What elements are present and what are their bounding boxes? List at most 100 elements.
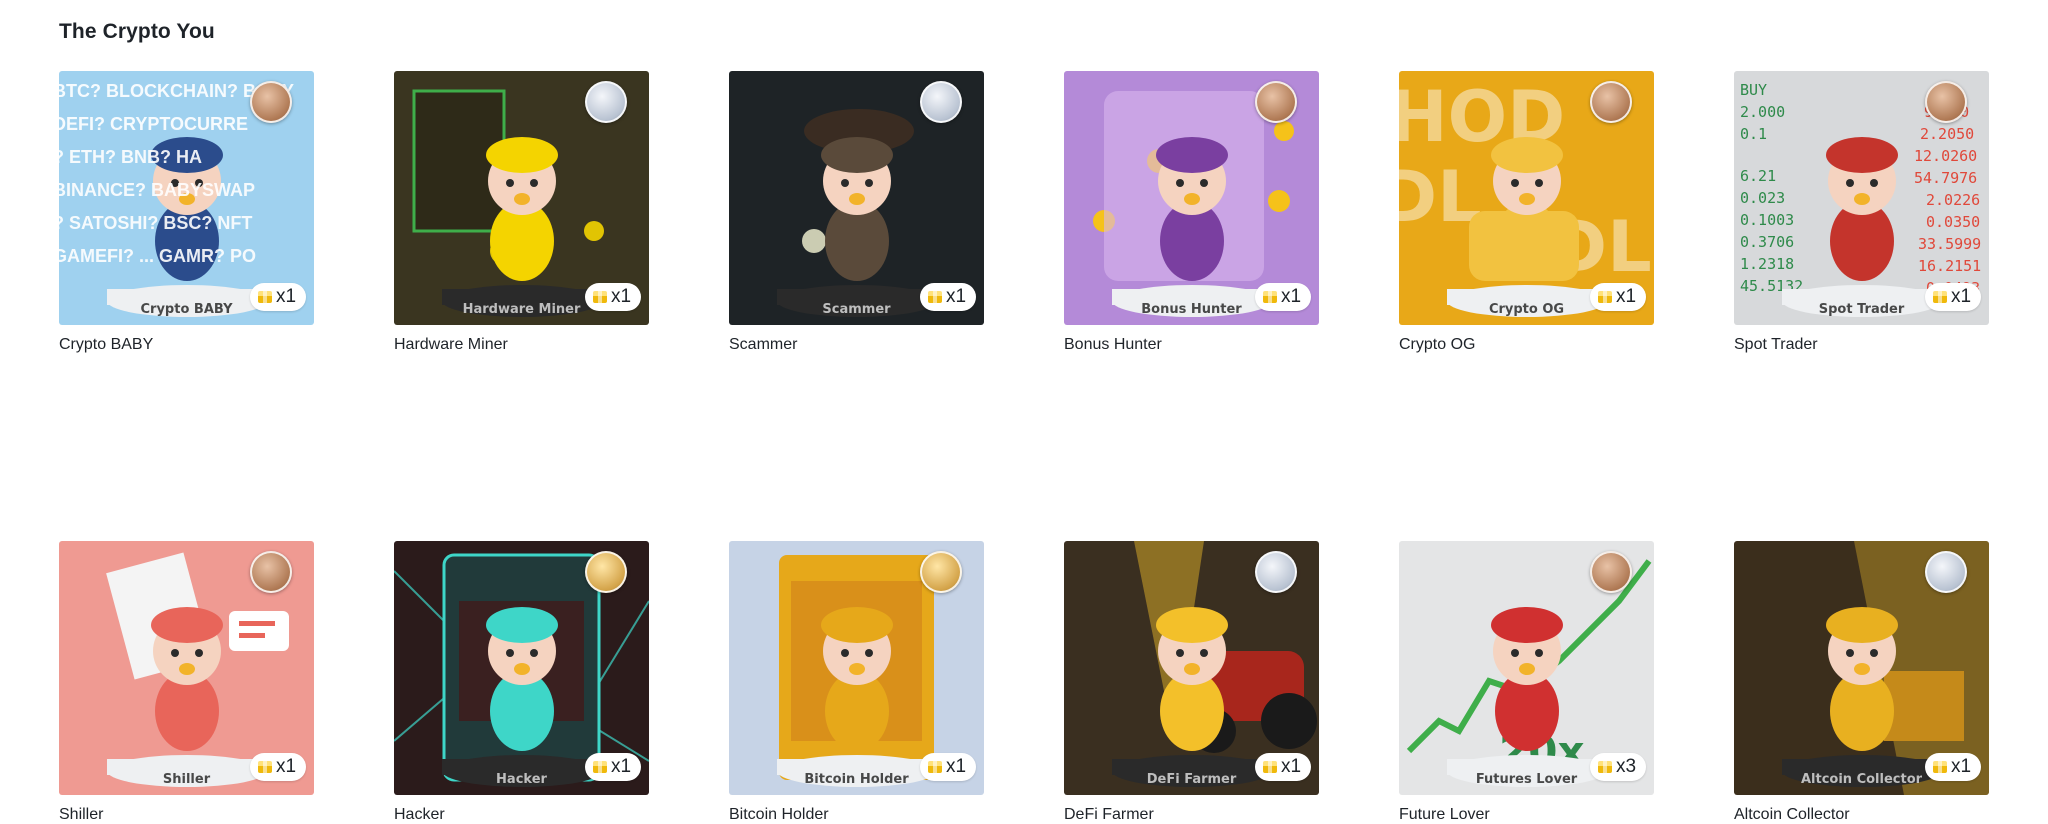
nft-card[interactable]: Bitcoin Holder x1 Bitcoin Holder [729, 541, 984, 824]
nft-card[interactable]: HOD DL DL Crypto OG x1 Crypto OG [1399, 71, 1654, 354]
svg-text:6.21: 6.21 [1740, 167, 1776, 185]
nft-card-name[interactable]: Shiller [59, 806, 314, 824]
mystery-box-icon [258, 291, 272, 303]
nft-card-name[interactable]: Hacker [394, 806, 649, 824]
figure-plaque-text: Crypto BABY [140, 302, 233, 317]
nft-card-name[interactable]: DeFi Farmer [1064, 806, 1319, 824]
nft-thumbnail[interactable]: Bonus Hunter x1 [1064, 71, 1319, 325]
svg-text:0.0350: 0.0350 [1926, 213, 1980, 231]
svg-text:0.3706: 0.3706 [1740, 233, 1794, 251]
quantity-count: x1 [1616, 286, 1637, 307]
nft-thumbnail[interactable]: Hardware Miner x1 [394, 71, 649, 325]
background-text-line: ? ETH? BNB? HA [59, 147, 202, 167]
mystery-box-icon [928, 761, 942, 773]
quantity-pill: x1 [1925, 753, 1981, 781]
nft-card[interactable]: Hacker x1 Hacker [394, 541, 649, 824]
mystery-box-icon [258, 761, 272, 773]
mystery-box-icon [1598, 291, 1612, 303]
nft-card[interactable]: Scammer x1 Scammer [729, 71, 984, 354]
figure-plaque-text: Futures Lover [1475, 772, 1578, 787]
quantity-count: x3 [1616, 756, 1637, 777]
nft-card-name[interactable]: Crypto OG [1399, 336, 1654, 354]
nft-thumbnail[interactable]: DeFi Farmer x1 [1064, 541, 1319, 795]
figure-plaque-text: Shiller [162, 772, 211, 787]
nft-card[interactable]: BTC? BLOCKCHAIN? BABY DEFI? CRYPTOCURRE? … [59, 71, 314, 354]
quantity-pill: x1 [585, 753, 641, 781]
nft-card-name[interactable]: Hardware Miner [394, 336, 649, 354]
quantity-count: x1 [946, 286, 967, 307]
rarity-badge-icon [1255, 551, 1297, 593]
nft-thumbnail[interactable]: BUY 2.000 0.1 6.21 0.023 0.1003 0.3706 1.2318 45… [1734, 71, 1989, 325]
quantity-pill: x1 [585, 283, 641, 311]
figure-plaque-text: Scammer [822, 302, 891, 317]
figure-plaque-text: DeFi Farmer [1146, 772, 1237, 787]
quantity-count: x1 [276, 286, 297, 307]
figure-plaque-text: Hardware Miner [462, 302, 581, 317]
nft-thumbnail[interactable]: Shiller x1 [59, 541, 314, 795]
background-text-line: GAMEFI? ... GAMR? PO [59, 246, 256, 266]
nft-card[interactable]: Hardware Miner x1 Hardware Miner [394, 71, 649, 354]
nft-thumbnail[interactable]: Altcoin Collector x1 [1734, 541, 1989, 795]
figure-plaque-text: Spot Trader [1818, 302, 1905, 317]
quantity-count: x1 [611, 756, 632, 777]
svg-text:54.7976: 54.7976 [1914, 169, 1977, 187]
nft-card[interactable]: Altcoin Collector x1 Altcoin Collector [1734, 541, 1989, 824]
svg-text:BUY: BUY [1740, 81, 1767, 99]
rarity-badge-icon [1590, 551, 1632, 593]
svg-text:0.023: 0.023 [1740, 189, 1785, 207]
mystery-box-icon [1263, 761, 1277, 773]
rarity-badge-icon [920, 81, 962, 123]
figure-plaque-text: Crypto OG [1488, 302, 1565, 317]
mystery-box-icon [1933, 291, 1947, 303]
quantity-count: x1 [276, 756, 297, 777]
quantity-count: x1 [1281, 756, 1302, 777]
mystery-box-icon [593, 761, 607, 773]
svg-text:0.1003: 0.1003 [1740, 211, 1794, 229]
nft-card-name[interactable]: Bonus Hunter [1064, 336, 1319, 354]
quantity-pill: x1 [250, 283, 306, 311]
nft-thumbnail[interactable]: Scammer x1 [729, 71, 984, 325]
mystery-box-icon [593, 291, 607, 303]
rarity-badge-icon [585, 551, 627, 593]
quantity-count: x1 [1951, 756, 1972, 777]
rarity-badge-icon [250, 551, 292, 593]
rarity-badge-icon [1925, 81, 1967, 123]
svg-text:1.2318: 1.2318 [1740, 255, 1794, 273]
background-text-line: BINANCE? BABYSWAP [59, 180, 256, 200]
mystery-box-icon [928, 291, 942, 303]
nft-thumbnail[interactable]: Hacker x1 [394, 541, 649, 795]
svg-text:2.2050: 2.2050 [1920, 125, 1974, 143]
nft-card[interactable]: 20x Futures Lover x3 Future Lover [1399, 541, 1654, 824]
nft-card-name[interactable]: Bitcoin Holder [729, 806, 984, 824]
nft-card[interactable]: DeFi Farmer x1 DeFi Farmer [1064, 541, 1319, 824]
background-text-line: ? SATOSHI? BSC? NFT [59, 213, 253, 233]
rarity-badge-icon [920, 551, 962, 593]
mystery-box-icon [1263, 291, 1277, 303]
nft-card[interactable]: Bonus Hunter x1 Bonus Hunter [1064, 71, 1319, 354]
quantity-count: x1 [1951, 286, 1972, 307]
mystery-box-icon [1598, 761, 1612, 773]
nft-card[interactable]: Shiller x1 Shiller [59, 541, 314, 824]
svg-text:12.0260: 12.0260 [1914, 147, 1977, 165]
quantity-pill: x1 [250, 753, 306, 781]
svg-text:2.000: 2.000 [1740, 103, 1785, 121]
nft-card[interactable]: BUY 2.000 0.1 6.21 0.023 0.1003 0.3706 1.2318 45… [1734, 71, 1989, 354]
nft-card-name[interactable]: Future Lover [1399, 806, 1654, 824]
nft-card-name[interactable]: Altcoin Collector [1734, 806, 1989, 824]
nft-card-name[interactable]: Crypto BABY [59, 336, 314, 354]
quantity-pill: x3 [1590, 753, 1646, 781]
nft-thumbnail[interactable]: BTC? BLOCKCHAIN? BABY DEFI? CRYPTOCURRE? … [59, 71, 314, 325]
quantity-pill: x1 [1255, 283, 1311, 311]
svg-text:33.5999: 33.5999 [1918, 235, 1981, 253]
nft-card-name[interactable]: Spot Trader [1734, 336, 1989, 354]
nft-thumbnail[interactable]: Bitcoin Holder x1 [729, 541, 984, 795]
figure-plaque-text: Hacker [496, 772, 547, 787]
nft-thumbnail[interactable]: HOD DL DL Crypto OG x1 [1399, 71, 1654, 325]
figure-plaque-text: Altcoin Collector [1800, 772, 1923, 787]
svg-text:16.2151: 16.2151 [1918, 257, 1981, 275]
quantity-count: x1 [1281, 286, 1302, 307]
rarity-badge-icon [1255, 81, 1297, 123]
nft-thumbnail[interactable]: 20x Futures Lover x3 [1399, 541, 1654, 795]
quantity-pill: x1 [920, 283, 976, 311]
nft-card-name[interactable]: Scammer [729, 336, 984, 354]
